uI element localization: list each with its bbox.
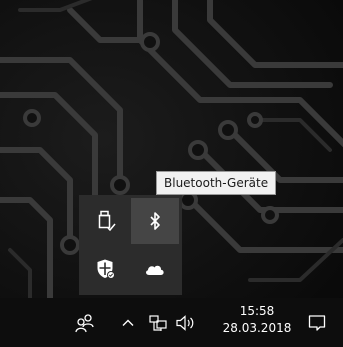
network-icon: [149, 315, 167, 331]
chevron-up-icon: [122, 319, 134, 326]
bluetooth-tray-button[interactable]: [131, 198, 179, 244]
people-button[interactable]: [72, 310, 98, 336]
people-icon: [75, 314, 94, 333]
onedrive-tray-button[interactable]: [131, 246, 179, 292]
onedrive-cloud-icon: [146, 265, 164, 275]
volume-button[interactable]: [172, 310, 200, 336]
clock[interactable]: 15:58 28.03.2018: [221, 303, 293, 337]
action-center-button[interactable]: [303, 310, 331, 336]
tray-overflow-flyout: [79, 195, 182, 295]
network-button[interactable]: [146, 310, 170, 336]
volume-icon: [176, 315, 194, 331]
bluetooth-tooltip: Bluetooth-Geräte: [156, 171, 277, 195]
windows-defender-icon: [97, 259, 115, 279]
clock-date: 28.03.2018: [222, 321, 292, 335]
usb-drive-icon: [98, 210, 116, 232]
bluetooth-icon: [150, 212, 160, 230]
action-center-icon: [308, 315, 326, 331]
clock-time: 15:58: [239, 304, 275, 318]
desktop: Bluetooth-Geräte 15:58 28.03.2018: [0, 0, 343, 347]
usb-drive-tray-button[interactable]: [82, 198, 130, 244]
windows-defender-tray-button[interactable]: [82, 246, 130, 292]
show-hidden-icons-button[interactable]: [118, 312, 138, 334]
